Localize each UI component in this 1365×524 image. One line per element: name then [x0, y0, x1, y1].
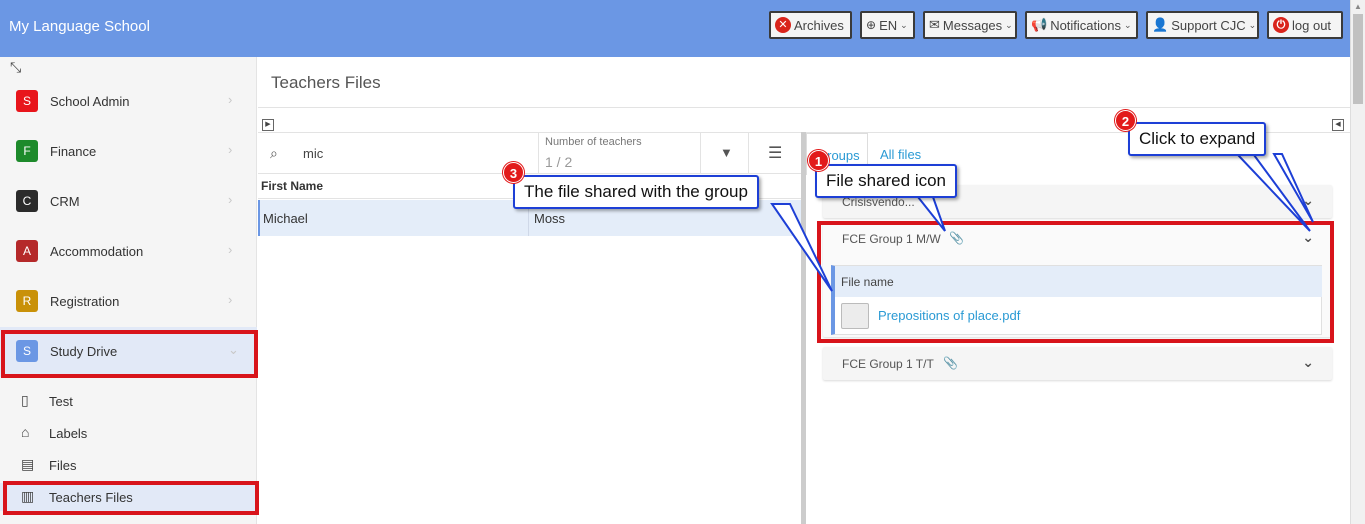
sidebar-item-registration[interactable]: R Registration › — [0, 277, 257, 327]
uk-flag-icon: ⊕ — [866, 18, 877, 32]
archives-button[interactable]: ✕ Archives — [769, 11, 852, 39]
expand-left-pane-icon[interactable]: ▶ — [262, 119, 274, 131]
sidebar-subitem-label: Files — [49, 458, 77, 473]
sidebar-item-crm[interactable]: C CRM › — [0, 177, 257, 227]
chevron-down-icon: ⌄ — [1248, 19, 1257, 30]
callout-text: File shared icon — [826, 171, 947, 190]
top-bar: My Language School ✕ Archives ⊕ EN ⌄ ✉ M… — [0, 0, 1350, 57]
divider — [258, 107, 1350, 108]
chevron-right-icon: › — [228, 92, 233, 107]
sidebar-item-school-admin[interactable]: S School Admin › — [0, 77, 257, 127]
chevron-down-icon: ⌄ — [1124, 19, 1132, 30]
logout-button[interactable]: ⏻ log out — [1267, 11, 1343, 39]
notifications-dropdown[interactable]: 📢 Notifications ⌄ — [1025, 11, 1138, 39]
collapse-icon[interactable]: ⤡ — [10, 59, 21, 76]
sidebar-item-label: CRM — [50, 194, 80, 209]
brand-title[interactable]: My Language School — [9, 18, 150, 35]
teacher-search-bar: ⌕ Number of teachers 1 / 2 ▼ ☰ — [258, 132, 801, 174]
callout-3: The file shared with the group — [513, 175, 759, 209]
megaphone-icon: 📢 — [1031, 17, 1048, 32]
notifications-label: Notifications — [1050, 17, 1121, 33]
chevron-down-icon[interactable]: ⌄ — [1302, 354, 1314, 371]
chevron-down-icon[interactable]: ⌄ — [1302, 192, 1314, 209]
chevron-right-icon: › — [228, 142, 233, 157]
highlight-box-teachers-files — [3, 481, 259, 515]
file-icon: ▤ — [21, 456, 35, 472]
messages-dropdown[interactable]: ✉ Messages ⌄ — [923, 11, 1017, 39]
module-badge: F — [16, 140, 38, 162]
sidebar-item-label: Finance — [50, 144, 97, 159]
menu-icon[interactable]: ☰ — [768, 143, 782, 163]
power-icon: ⏻ — [1273, 17, 1289, 33]
divider — [748, 133, 749, 174]
search-icon: ⌕ — [270, 145, 278, 161]
module-badge: A — [16, 240, 38, 262]
chevron-right-icon: › — [228, 192, 233, 207]
paperclip-icon: 📎 — [943, 356, 958, 370]
teacher-count: Number of teachers 1 / 2 — [538, 133, 701, 174]
tab-all-files[interactable]: All files — [880, 147, 921, 162]
callout-number-2: 2 — [1115, 110, 1136, 131]
sidebar-subitem-label: Labels — [49, 426, 88, 441]
logout-label: log out — [1292, 17, 1332, 33]
scrollbar-thumb[interactable] — [1353, 14, 1363, 104]
sidebar-item-label: School Admin — [50, 94, 130, 109]
chevron-down-icon: ⌄ — [1005, 19, 1013, 30]
sidebar-subitem-labels[interactable]: ⌂ Labels — [0, 419, 257, 447]
user-icon: 👤 — [1152, 17, 1169, 32]
scroll-up-icon[interactable]: ▲ — [1354, 2, 1362, 11]
page-title: Teachers Files — [271, 73, 381, 92]
search-input[interactable] — [303, 146, 533, 161]
chevron-right-icon: › — [228, 242, 233, 257]
callout-number-3: 3 — [503, 162, 524, 183]
page-scrollbar[interactable]: ▲ — [1350, 0, 1365, 524]
sidebar-item-label: Registration — [50, 294, 120, 309]
teacher-count-value: 1 / 2 — [545, 154, 573, 170]
callout-1: File shared icon — [815, 164, 958, 198]
support-dropdown[interactable]: 👤 Support CJC ⌄ — [1146, 11, 1259, 39]
sidebar: ⤡ S School Admin › F Finance › C CRM › A… — [0, 57, 257, 524]
envelope-icon: ✉ — [929, 17, 940, 32]
sidebar-subitem-label: Test — [49, 394, 73, 409]
group-item-fce-tt[interactable]: FCE Group 1 T/T 📎 ⌄ — [823, 347, 1332, 380]
language-dropdown[interactable]: ⊕ EN ⌄ — [860, 11, 915, 39]
collapse-right-pane-icon[interactable]: ◀ — [1332, 119, 1344, 131]
support-label: Support CJC — [1171, 17, 1246, 33]
chevron-right-icon: › — [228, 292, 233, 307]
column-header-first-name[interactable]: First Name — [261, 179, 323, 193]
sidebar-item-finance[interactable]: F Finance › — [0, 127, 257, 177]
filter-icon[interactable]: ▼ — [720, 145, 733, 160]
cell-first-name: Michael — [263, 211, 308, 226]
archives-label: Archives — [794, 17, 844, 33]
tag-icon: ⌂ — [21, 424, 30, 440]
callout-text: Click to expand — [1139, 129, 1256, 148]
module-badge: S — [16, 90, 38, 112]
module-badge: R — [16, 290, 38, 312]
cell-last-name: Moss — [534, 211, 566, 226]
close-circle-icon: ✕ — [775, 17, 791, 33]
teacher-count-label: Number of teachers — [545, 136, 642, 148]
sidebar-subitem-files[interactable]: ▤ Files — [0, 451, 257, 479]
language-label: EN — [879, 17, 898, 33]
sidebar-subitem-test[interactable]: ▯ Test — [0, 387, 257, 415]
callout-text: The file shared with the group — [524, 182, 748, 201]
messages-label: Messages — [942, 17, 1003, 33]
highlight-box-group — [817, 221, 1334, 343]
pane-splitter[interactable] — [801, 132, 806, 524]
sidebar-item-accommodation[interactable]: A Accommodation › — [0, 227, 257, 277]
module-badge: C — [16, 190, 38, 212]
group-name: FCE Group 1 T/T — [842, 357, 934, 371]
book-icon: ▯ — [21, 392, 29, 408]
chevron-down-icon: ⌄ — [900, 19, 908, 30]
sidebar-item-label: Accommodation — [50, 244, 144, 259]
callout-number-1: 1 — [808, 150, 829, 171]
highlight-box-study-drive — [1, 330, 258, 378]
callout-2: Click to expand — [1128, 122, 1267, 156]
